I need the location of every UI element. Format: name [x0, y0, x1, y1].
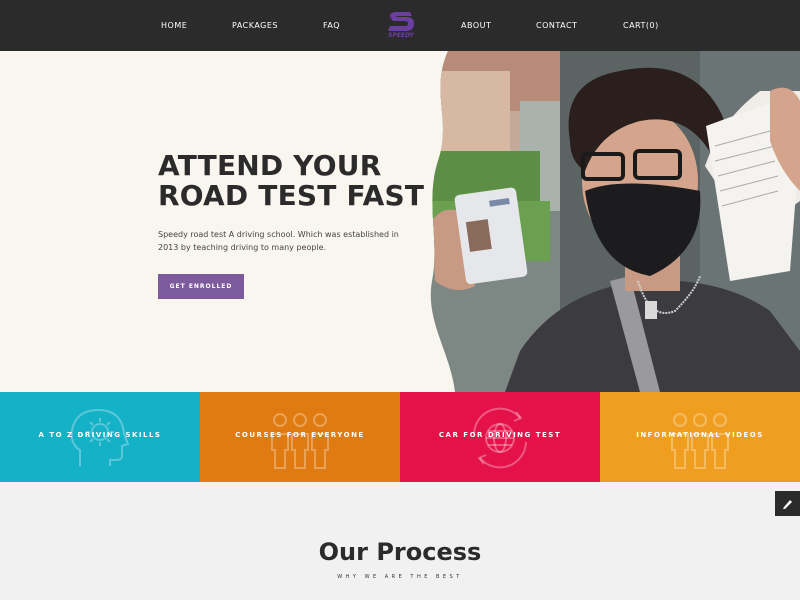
feature-tile-car-test[interactable]: CAR FOR DRIVING TEST — [400, 392, 600, 482]
feature-tile-courses[interactable]: COURSES FOR EVERYONE — [200, 392, 400, 482]
hero-description: Speedy road test A driving school. Which… — [158, 230, 399, 252]
logo-text: SPEEDY — [388, 32, 414, 39]
process-title: Our Process — [318, 538, 482, 566]
nav-link-about[interactable]: ABOUT — [461, 0, 491, 51]
hero-title-line-2: ROAD TEST FAST — [158, 179, 425, 212]
speedy-logo-icon — [386, 12, 414, 31]
nav-link-contact[interactable]: CONTACT — [536, 0, 577, 51]
feature-tile-driving-skills[interactable]: A TO Z DRIVING SKILLS — [0, 392, 200, 482]
feature-label: COURSES FOR EVERYONE — [235, 431, 365, 439]
nav-link-cart[interactable]: CART(0) — [623, 0, 659, 51]
feature-label: INFORMATIONAL VIDEOS — [636, 431, 764, 439]
top-navigation-bar: HOME PACKAGES FAQ SPEEDY ABOUT CONTACT C… — [0, 0, 800, 51]
hero-photo — [430, 51, 800, 392]
feature-label: CAR FOR DRIVING TEST — [438, 431, 562, 439]
feature-label: A TO Z DRIVING SKILLS — [38, 431, 162, 439]
nav-link-home[interactable]: HOME — [161, 0, 187, 51]
hero-section: ATTEND YOUR ROAD TEST FAST Speedy road t… — [0, 51, 800, 392]
process-subtitle: WHY WE ARE THE BEST — [337, 574, 463, 580]
feature-tile-videos[interactable]: INFORMATIONAL VIDEOS — [600, 392, 800, 482]
speedy-logo[interactable]: SPEEDY — [386, 10, 416, 42]
nav-link-faq[interactable]: FAQ — [323, 0, 340, 51]
features-strip: A TO Z DRIVING SKILLS COURSES FOR EVERYO… — [0, 392, 800, 482]
hero-title-line-1: ATTEND YOUR — [158, 149, 382, 182]
pencil-icon — [783, 500, 792, 509]
hero-title: ATTEND YOUR ROAD TEST FAST — [158, 151, 424, 211]
edit-button[interactable] — [775, 491, 800, 516]
get-enrolled-button[interactable]: GET ENROLLED — [158, 274, 244, 299]
nav-link-packages[interactable]: PACKAGES — [232, 0, 278, 51]
